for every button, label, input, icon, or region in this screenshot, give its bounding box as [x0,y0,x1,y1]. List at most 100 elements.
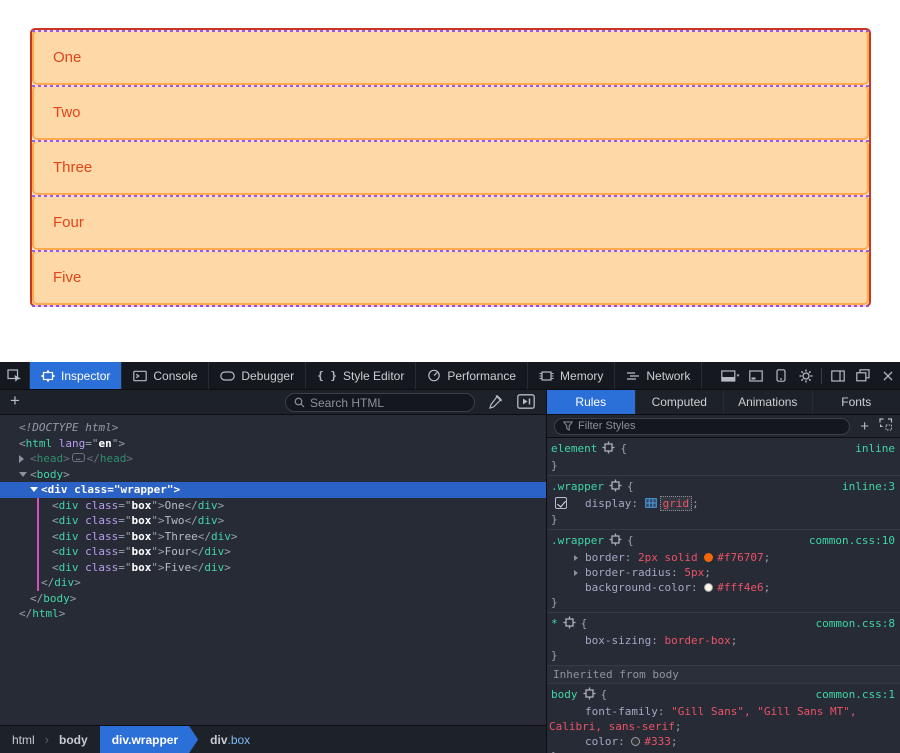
color-swatch[interactable] [704,553,713,562]
separate-window-icon [856,369,870,382]
grid-box: Two [32,85,869,140]
markup-line[interactable]: </html> [0,606,546,622]
source-link[interactable]: common.css:10 [809,533,900,548]
source-link[interactable]: common.css:8 [816,616,900,631]
tab-style-editor[interactable]: { } Style Editor [306,362,416,389]
console-icon [133,370,147,382]
responsive-mode-button[interactable] [768,362,793,389]
source-link[interactable]: inline:3 [842,479,900,494]
css-declaration[interactable]: font-family: "Gill Sans", "Gill Sans MT"… [547,704,900,734]
markup-line[interactable]: <div class="box">Three</div> [0,529,546,545]
expand-computed-icon[interactable] [574,570,578,576]
markup-line[interactable]: <div class="box">Two</div> [0,513,546,529]
declaration-value: "Gill Sans", "Gill Sans MT", [671,705,856,718]
selector-highlighter-icon[interactable] [563,616,576,633]
grid-overlay-line [32,305,869,307]
rule-selector[interactable]: body [551,688,578,701]
source-link[interactable]: common.css:1 [816,687,900,702]
markup-line[interactable]: <head>…</head> [0,451,546,467]
filter-styles-input[interactable]: Filter Styles [554,418,850,435]
markup-line[interactable]: <body> [0,467,546,483]
separate-window-button[interactable] [850,362,875,389]
rule-selector[interactable]: .wrapper [551,480,604,493]
tab-rules[interactable]: Rules [547,390,636,414]
ellipsis-badge[interactable]: … [72,453,85,462]
css-rule: common.css:1body{font-family: "Gill Sans… [547,684,900,753]
devtools-panel: Inspector Console Debugger { } Style Edi… [0,362,900,753]
breadcrumb-item-box[interactable]: div.box [198,726,262,753]
expand-computed-icon[interactable] [574,555,578,561]
breadcrumb: html › body div.wrapper div.box [0,725,546,753]
rule-selector[interactable]: * [551,617,558,630]
markup-line[interactable]: <div class="box">Four</div> [0,544,546,560]
tab-fonts[interactable]: Fonts [813,390,900,414]
declaration-checkbox[interactable] [555,497,567,509]
markup-line[interactable]: <!DOCTYPE html> [0,420,546,436]
frame-play-button[interactable] [517,394,535,412]
markup-line[interactable]: <html lang="en"> [0,436,546,452]
declaration-name: border-radius [585,566,671,579]
selector-highlighter-icon[interactable] [602,441,615,458]
tab-debugger[interactable]: Debugger [209,362,306,389]
tab-console[interactable]: Console [122,362,209,389]
tab-animations[interactable]: Animations [724,390,813,414]
breadcrumb-item-body[interactable]: body [47,726,100,753]
add-node-button[interactable]: + [10,391,20,411]
eyedropper-button[interactable] [487,394,503,413]
grid-highlighter-icon[interactable] [645,497,657,512]
expand-arrow-icon[interactable] [19,455,24,463]
breadcrumb-item-html[interactable]: html [0,726,47,753]
breadcrumb-item-wrapper[interactable]: div.wrapper [100,726,198,753]
css-declaration[interactable]: box-sizing: border-box; [547,633,900,648]
source-link[interactable]: inline [855,441,900,456]
css-rule: inline:3.wrapper{display: grid;} [547,476,900,530]
toolbar-divider [821,368,822,384]
debugger-icon [220,370,235,382]
color-swatch[interactable] [631,737,640,746]
markup-line[interactable]: </body> [0,591,546,607]
filter-funnel-icon [563,421,573,431]
selector-highlighter-icon[interactable] [583,687,596,704]
element-picker-button[interactable] [0,362,30,389]
expand-arrow-icon[interactable] [30,487,38,492]
class-panel-button[interactable] [879,418,893,434]
css-declaration[interactable]: border-radius: 5px; [547,565,900,580]
declaration-value: 2px solid [638,551,704,564]
css-declaration[interactable]: border: 2px solid #f76707; [547,550,900,565]
tab-memory[interactable]: Memory [528,362,615,389]
selector-highlighter-icon[interactable] [609,479,622,496]
tab-label: Performance [447,369,516,383]
tab-label: Inspector [61,369,110,383]
settings-button[interactable] [793,362,818,389]
tab-inspector[interactable]: Inspector [30,362,122,389]
tab-computed[interactable]: Computed [636,390,725,414]
css-declaration[interactable]: display: grid; [547,496,900,512]
color-swatch[interactable] [704,583,713,592]
split-console-button[interactable] [743,362,768,389]
css-declaration[interactable]: color: #333; [547,734,900,749]
grid-box: One [32,30,869,85]
add-rule-button[interactable]: + [860,419,869,434]
rule-selector[interactable]: .wrapper [551,534,604,547]
markup-line[interactable]: <div class="wrapper"> [0,482,546,498]
css-declaration[interactable]: background-color: #fff4e6; [547,580,900,595]
sidebar-toggle-button[interactable] [825,362,850,389]
declaration-value: #f76707 [717,551,763,564]
tab-label: Memory [560,369,603,383]
markup-line[interactable]: <div class="box">Five</div> [0,560,546,576]
declaration-value[interactable]: grid [660,496,693,511]
tab-performance[interactable]: Performance [416,362,528,389]
markup-line[interactable]: <div class="box">One</div> [0,498,546,514]
dock-position-button[interactable] [718,362,743,389]
rule-selector[interactable]: element [551,442,597,455]
frame-play-icon [517,394,535,409]
inspector-icon [41,370,55,382]
tab-network[interactable]: Network [615,362,702,389]
expand-arrow-icon[interactable] [19,472,27,477]
close-devtools-button[interactable] [875,362,900,389]
search-html-input[interactable]: Search HTML [285,393,475,412]
search-placeholder: Search HTML [310,396,384,410]
markup-line[interactable]: </div> [0,575,546,591]
selector-highlighter-icon[interactable] [609,533,622,550]
sidebar-toggle-icon [831,370,845,382]
